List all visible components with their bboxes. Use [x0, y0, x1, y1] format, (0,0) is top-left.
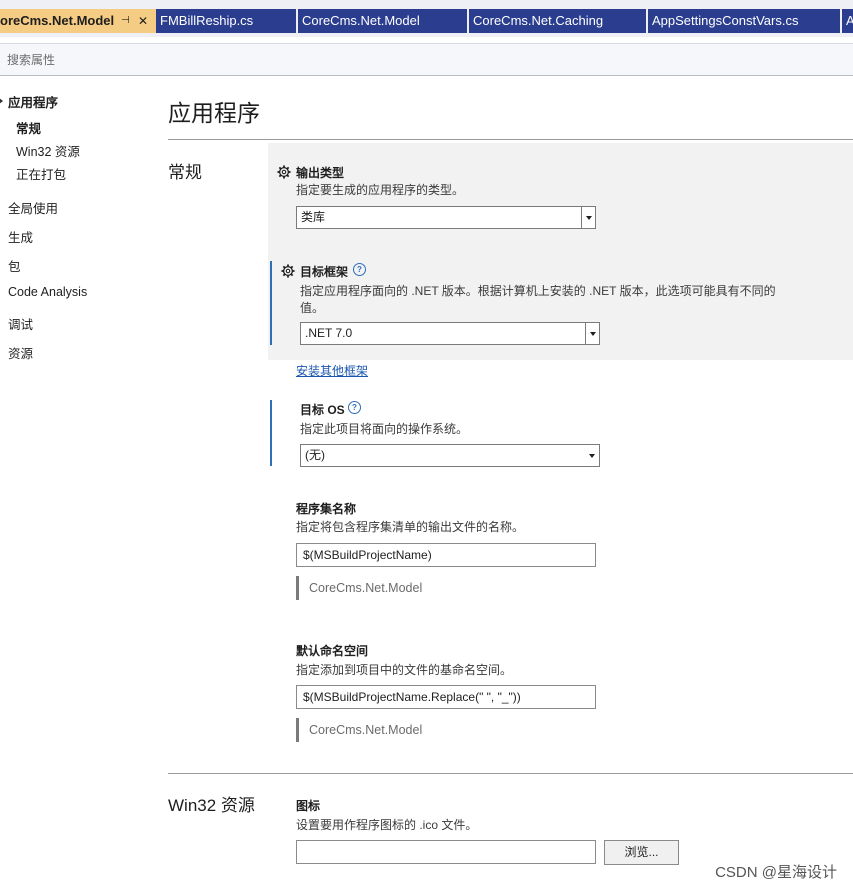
watermark: CSDN @星海设计	[715, 864, 837, 881]
close-icon[interactable]: ✕	[138, 9, 148, 33]
tab-label: CoreCms.Net.Model	[302, 13, 420, 28]
tab-label: A	[846, 13, 853, 28]
nav-item-code-analysis[interactable]: Code Analysis	[8, 285, 87, 299]
target-framework-desc-line1: 指定应用程序面向的 .NET 版本。根据计算机上安装的 .NET 版本，此选项可…	[300, 284, 776, 298]
target-os-value: (无)	[305, 448, 325, 462]
tab-corecms-net-caching[interactable]: CoreCms.Net.Caching	[469, 9, 646, 33]
assembly-name-preview: CoreCms.Net.Model	[296, 576, 422, 600]
icon-desc: 设置要用作程序图标的 .ico 文件。	[296, 818, 478, 832]
tab-fmbillreship[interactable]: FMBillReship.cs	[156, 9, 296, 33]
target-framework-select[interactable]: .NET 7.0	[300, 322, 600, 345]
section-title-general: 常规	[168, 163, 202, 182]
target-framework-desc-line2: 值。	[300, 301, 325, 315]
output-type-title: 输出类型	[296, 166, 345, 180]
root-namespace-desc: 指定添加到项目中的文件的基命名空间。	[296, 663, 513, 677]
chevron-down-icon	[590, 332, 596, 336]
nav-item-packaging[interactable]: 正在打包	[16, 164, 66, 183]
nav-item-build[interactable]: 生成	[8, 227, 33, 246]
nav-item-global-usings[interactable]: 全局使用	[8, 198, 58, 217]
nav-item-resources[interactable]: 资源	[8, 343, 33, 362]
assembly-name-title: 程序集名称	[296, 502, 357, 516]
focus-indicator	[270, 400, 272, 466]
target-framework-value: .NET 7.0	[305, 326, 353, 340]
pin-icon[interactable]: ⊣	[121, 9, 130, 33]
output-type-value: 类库	[301, 210, 326, 224]
icon-title: 图标	[296, 799, 321, 813]
output-type-desc: 指定要生成的应用程序的类型。	[296, 183, 465, 197]
document-tab-bar: oreCms.Net.Model ⊣ ✕ FMBillReship.cs Cor…	[0, 0, 853, 37]
gear-icon	[281, 264, 295, 278]
root-namespace-title: 默认命名空间	[296, 644, 369, 658]
tab-label: CoreCms.Net.Caching	[473, 13, 604, 28]
help-icon[interactable]: ?	[353, 263, 366, 276]
divider	[168, 139, 853, 140]
tab-appsettingsconstvars[interactable]: AppSettingsConstVars.cs	[648, 9, 840, 33]
browse-button[interactable]: 浏览...	[604, 840, 679, 865]
root-namespace-preview: CoreCms.Net.Model	[296, 718, 422, 742]
assembly-name-desc: 指定将包含程序集清单的输出文件的名称。	[296, 520, 525, 534]
gear-icon	[277, 165, 291, 179]
expand-caret-icon[interactable]	[0, 97, 3, 105]
target-os-select[interactable]: (无)	[300, 444, 600, 467]
install-other-frameworks-link[interactable]: 安装其他框架	[296, 362, 368, 379]
tab-overflow[interactable]: A	[842, 9, 853, 33]
page-title: 应用程序	[168, 100, 260, 126]
nav-item-general[interactable]: 常规	[16, 118, 41, 137]
tab-label: AppSettingsConstVars.cs	[652, 13, 799, 28]
dropdown-button	[585, 323, 599, 344]
tab-corecms-net-model-active[interactable]: oreCms.Net.Model ⊣ ✕	[0, 9, 156, 33]
chevron-down-icon	[589, 454, 595, 458]
target-os-title: 目标 OS	[300, 403, 345, 417]
nav-item-application[interactable]: 应用程序	[8, 92, 58, 111]
nav-item-win32-resources[interactable]: Win32 资源	[16, 141, 80, 160]
output-type-select[interactable]: 类库	[296, 206, 596, 229]
help-icon[interactable]: ?	[348, 401, 361, 414]
nav-item-debug[interactable]: 调试	[8, 314, 33, 333]
icon-path-input[interactable]	[296, 840, 596, 864]
focus-indicator	[270, 261, 272, 345]
tab-label: FMBillReship.cs	[160, 13, 254, 28]
divider	[168, 773, 853, 774]
tab-corecms-net-model[interactable]: CoreCms.Net.Model	[298, 9, 467, 33]
search-bar	[0, 43, 853, 76]
dropdown-button	[581, 207, 595, 228]
nav-item-package[interactable]: 包	[8, 256, 21, 275]
chevron-down-icon	[586, 216, 592, 220]
root-namespace-input[interactable]: $(MSBuildProjectName.Replace(" ", "_"))	[296, 685, 596, 709]
target-os-desc: 指定此项目将面向的操作系统。	[300, 422, 469, 436]
target-framework-title: 目标框架	[300, 265, 349, 279]
assembly-name-input[interactable]: $(MSBuildProjectName)	[296, 543, 596, 567]
target-framework-desc: 指定应用程序面向的 .NET 版本。根据计算机上安装的 .NET 版本，此选项可…	[300, 283, 800, 317]
section-title-win32: Win32 资源	[168, 796, 255, 815]
tab-label: oreCms.Net.Model	[0, 13, 115, 28]
search-input[interactable]	[0, 44, 853, 75]
